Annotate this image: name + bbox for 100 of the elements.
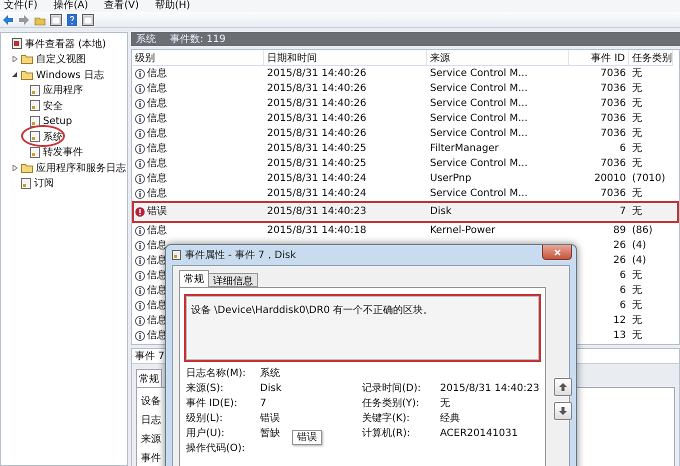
info-icon — [135, 240, 145, 250]
table-cell-text: 6 — [618, 270, 627, 282]
table-cell-text: 无 — [631, 188, 643, 200]
table-cell-text: 无 — [631, 314, 643, 326]
table-cell-text: (86) — [631, 224, 654, 236]
table-cell-text: 无 — [631, 82, 643, 94]
info-icon — [135, 286, 145, 296]
window-icon — [172, 250, 181, 260]
column-header[interactable]: 任务类别 — [629, 50, 673, 66]
table-cell-text: Kernel-Power — [429, 224, 496, 236]
table-cell-text: 7036 — [600, 82, 627, 94]
level-text: 信息 — [147, 240, 167, 252]
tree-item[interactable]: 应用程序和服务日志 — [36, 160, 126, 175]
table-cell-text: 13 — [612, 330, 627, 342]
table-cell-text: (4) — [631, 240, 648, 252]
level-text: 信息 — [147, 128, 167, 140]
expand-arrow-icon[interactable] — [12, 56, 18, 62]
tree-item[interactable]: 事件查看器 (本地) — [25, 36, 106, 51]
forward-arrow-icon[interactable] — [18, 14, 30, 26]
level-text: 信息 — [147, 188, 167, 200]
next-button[interactable] — [554, 402, 572, 420]
menu-item[interactable]: 查看(V) — [104, 0, 139, 12]
column-header[interactable]: 日期和时间 — [264, 50, 427, 66]
table-cell-text: 7036 — [600, 158, 627, 170]
event-count: 事件数: 119 — [170, 32, 226, 46]
table-cell-text: 无 — [631, 330, 643, 342]
preview-text: 设备 — [141, 395, 161, 408]
close-button[interactable] — [542, 245, 572, 260]
field-label: 计算机(R): — [362, 428, 410, 440]
preview-text: 事件 — [141, 452, 161, 465]
field-label: 用户(U): — [186, 428, 224, 440]
help-icon[interactable] — [66, 14, 78, 26]
level-text: 信息 — [147, 68, 167, 80]
tree-item[interactable]: 订阅 — [34, 176, 54, 190]
info-icon — [135, 316, 145, 326]
folder-icon — [21, 54, 33, 64]
tree-item[interactable]: Windows 日志 — [36, 68, 104, 82]
level-text: 错误 — [147, 206, 167, 218]
info-icon — [135, 188, 145, 198]
table-cell-text: 2015/8/31 14:40:23 — [266, 206, 368, 218]
table-cell-text: 6 — [618, 300, 627, 312]
table-cell-text: 无 — [631, 300, 643, 312]
info-icon — [135, 256, 145, 266]
tree-item[interactable]: 转发事件 — [43, 145, 83, 160]
table-cell-text: 7036 — [600, 68, 627, 80]
table-cell-text: 2015/8/31 14:40:25 — [266, 142, 368, 154]
field-label: 操作代码(O): — [186, 443, 246, 455]
preview-tab[interactable]: 常规 — [136, 369, 162, 387]
field-value: ACER20141031 — [440, 428, 518, 440]
log-icon — [30, 84, 40, 96]
table-cell-text: 无 — [631, 206, 643, 218]
column-header[interactable]: 级别 — [132, 50, 264, 66]
table-cell-text: 7036 — [600, 98, 627, 110]
field-value: 无 — [440, 398, 450, 410]
log-icon — [30, 100, 40, 112]
field-label: 日志名称(M): — [186, 368, 246, 380]
collapse-arrow-icon[interactable] — [12, 72, 18, 78]
table-cell-text: 2015/8/31 14:40:26 — [266, 112, 368, 124]
preview-text: 日志 — [141, 414, 161, 427]
tree-item[interactable]: 应用程序 — [43, 83, 83, 98]
table-cell-text: UserPnp — [429, 172, 472, 184]
field-value: 7 — [260, 398, 266, 410]
field-value: Disk — [260, 383, 282, 395]
menu-item[interactable]: 操作(A) — [54, 0, 88, 12]
table-cell-text: 无 — [631, 98, 643, 110]
column-header[interactable]: 事件 ID — [569, 50, 629, 66]
table-cell-text: 26 — [612, 240, 627, 252]
dialog-tab[interactable]: 详细信息 — [208, 273, 258, 287]
field-label: 关键字(K): — [362, 413, 410, 425]
table-cell-text: 2015/8/31 14:40:24 — [266, 172, 368, 184]
panel-icon[interactable] — [82, 14, 94, 26]
field-label: 任务类别(Y): — [362, 398, 420, 410]
panel-icon[interactable] — [50, 14, 62, 26]
tree-item[interactable]: 安全 — [43, 98, 63, 113]
table-cell-text: Service Control M... — [429, 128, 529, 140]
dialog-tab[interactable]: 常规 — [179, 270, 209, 287]
tree-item[interactable]: Setup — [43, 116, 72, 127]
expand-arrow-icon[interactable] — [12, 164, 18, 171]
previous-button[interactable] — [554, 378, 572, 396]
table-cell-text: 2015/8/31 14:40:26 — [266, 98, 368, 110]
table-cell-text: 7036 — [600, 188, 627, 200]
field-label: 级别(L): — [186, 413, 223, 425]
column-header[interactable]: 来源 — [427, 50, 569, 66]
info-icon — [135, 330, 145, 340]
info-icon — [135, 68, 145, 78]
tree-item[interactable]: 自定义视图 — [36, 52, 86, 66]
table-cell-text: 6 — [618, 142, 627, 154]
table-cell-text: 2015/8/31 14:40:26 — [266, 68, 368, 80]
dialog-title: 事件属性 - 事件 7，Disk — [185, 248, 296, 262]
folder-icon — [21, 162, 33, 173]
table-cell-text: Service Control M... — [429, 98, 529, 110]
menu-item[interactable]: 帮助(H) — [154, 0, 190, 12]
back-arrow-icon[interactable] — [2, 14, 14, 26]
table-cell-text: 无 — [631, 112, 643, 124]
table-cell-text: 无 — [631, 270, 643, 282]
table-cell-text: 7036 — [600, 112, 627, 124]
level-text: 信息 — [147, 172, 167, 184]
down-arrow-icon — [559, 407, 568, 415]
highlighted-row[interactable]: 错误 2015/8/31 14:40:23 Disk 7 无 — [132, 201, 679, 223]
level-text: 信息 — [147, 158, 167, 170]
